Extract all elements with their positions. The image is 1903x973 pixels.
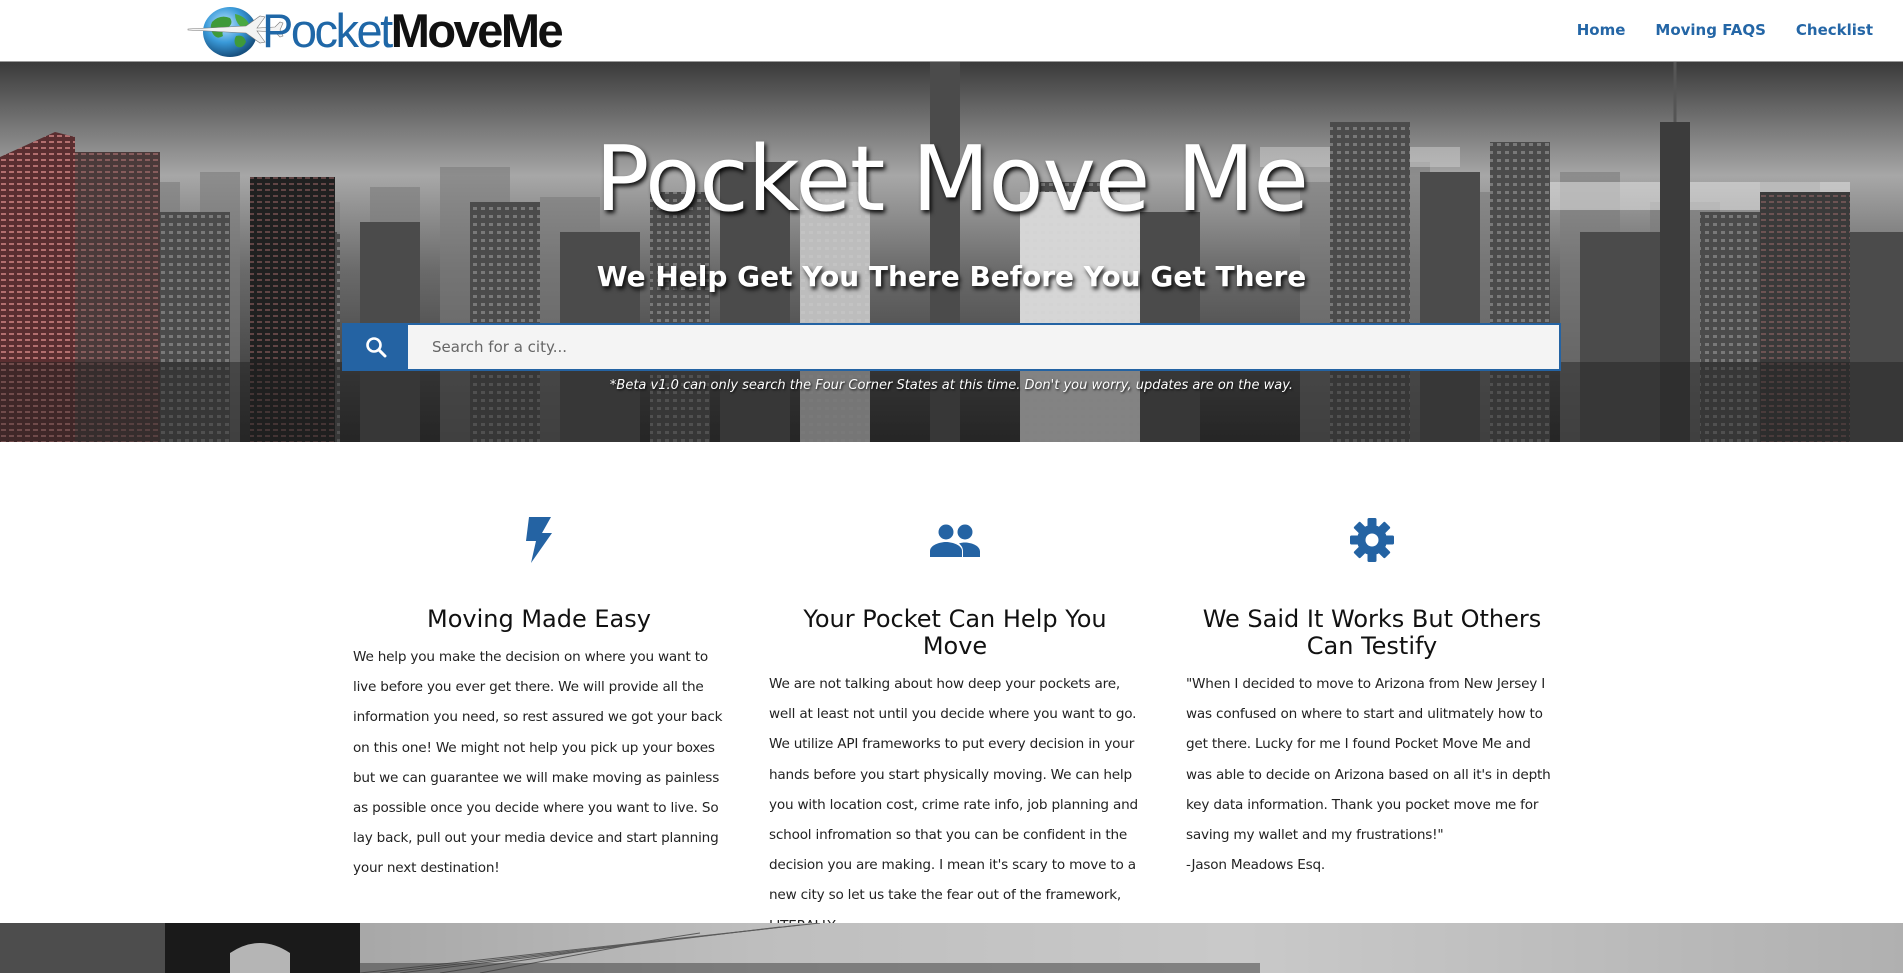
feature-description: We help you make the decision on where y… — [353, 649, 723, 877]
gear-icon — [1350, 518, 1394, 562]
feature-column-your-pocket: Your Pocket Can Help You Move We are not… — [769, 516, 1141, 941]
search-icon — [366, 337, 387, 358]
city-search-bar — [342, 323, 1561, 371]
hero-title: Pocket Move Me — [595, 127, 1309, 232]
hero-banner: Pocket Move Me We Help Get You There Bef… — [0, 62, 1903, 442]
testimonial-quote: "When I decided to move to Arizona from … — [1186, 676, 1551, 844]
feature-icon-wrapper — [769, 516, 1141, 564]
bridge-photo-background — [0, 923, 1903, 973]
feature-title: Moving Made Easy — [427, 605, 651, 633]
logo-text-moveme: MoveMe — [390, 3, 564, 57]
people-icon — [930, 524, 980, 557]
nav-checklist-link[interactable]: Checklist — [1796, 21, 1873, 39]
testimonial-signature: -Jason Meadows Esq. — [1186, 857, 1326, 874]
feature-description: We are not talking about how deep your p… — [769, 676, 1138, 934]
city-search-input[interactable] — [408, 325, 1559, 369]
nav-home-link[interactable]: Home — [1577, 21, 1626, 39]
brand-logo[interactable]: PocketMoveMe — [180, 2, 564, 60]
bridge-image-strip — [0, 923, 1903, 973]
navbar: PocketMoveMe Home Moving FAQS Checklist — [0, 0, 1903, 62]
beta-disclaimer: *Beta v1.0 can only search the Four Corn… — [609, 378, 1294, 393]
feature-icon-wrapper — [1186, 516, 1558, 564]
feature-column-moving-made-easy: Moving Made Easy We help you make the de… — [353, 516, 725, 884]
feature-column-testimonial: We Said It Works But Others Can Testify … — [1186, 516, 1558, 880]
feature-icon-wrapper — [353, 516, 725, 564]
hero-subtitle: We Help Get You There Before You Get The… — [596, 260, 1307, 293]
nav-moving-faqs-link[interactable]: Moving FAQS — [1655, 21, 1765, 39]
main-nav: Home Moving FAQS Checklist — [1577, 21, 1873, 39]
logo-wordmark: PocketMoveMe — [262, 3, 564, 57]
feature-title: We Said It Works But Others Can Testify — [1202, 605, 1542, 660]
feature-title: Your Pocket Can Help You Move — [803, 605, 1107, 660]
logo-text-pocket: Pocket — [262, 3, 393, 57]
lightning-bolt-icon — [526, 517, 552, 563]
search-button[interactable] — [344, 325, 408, 369]
